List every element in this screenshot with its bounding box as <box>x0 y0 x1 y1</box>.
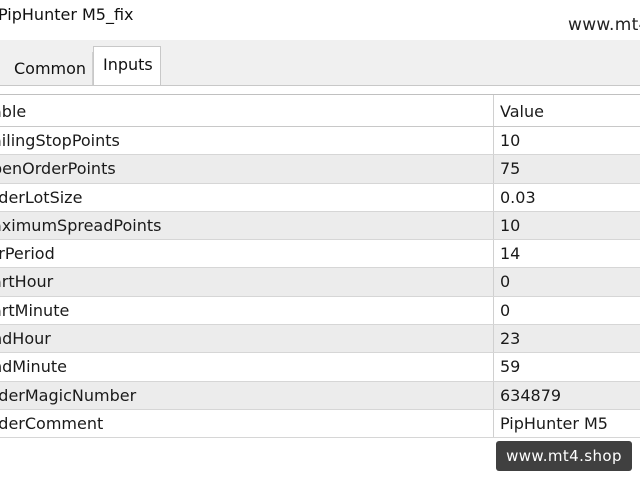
variable-cell: aximumSpreadPoints <box>0 211 494 240</box>
table-row[interactable]: aximumSpreadPoints 10 <box>0 211 640 241</box>
value-cell[interactable]: 10 <box>499 127 640 154</box>
table-row[interactable]: penOrderPoints 75 <box>0 155 640 184</box>
table-row[interactable]: rderComment PipHunter M5 <box>0 409 640 439</box>
value-cell[interactable]: 23 <box>499 325 640 352</box>
column-header-variable[interactable]: able <box>0 95 494 126</box>
watermark-text: www.mt4 <box>568 15 640 35</box>
table-row[interactable]: artHour 0 <box>0 268 640 297</box>
watermark-badge: www.mt4.shop <box>496 441 632 471</box>
title-bar: PipHunter M5_fix www.mt4 <box>0 0 640 40</box>
table-row[interactable]: rderLotSize 0.03 <box>0 183 640 212</box>
tab-inputs-label: Inputs <box>103 55 153 74</box>
window-title: PipHunter M5_fix <box>0 5 134 24</box>
column-header-value[interactable]: Value <box>499 95 640 126</box>
table-header: able Value <box>0 95 640 127</box>
table-row[interactable]: ndHour 23 <box>0 325 640 354</box>
variable-cell: ailingStopPoints <box>0 127 494 155</box>
tab-common-label: Common <box>14 59 87 78</box>
value-cell[interactable]: 10 <box>499 212 640 239</box>
value-cell[interactable]: 75 <box>499 155 640 182</box>
value-cell[interactable]: 634879 <box>499 382 640 409</box>
variable-cell: artHour <box>0 268 494 296</box>
variable-cell: penOrderPoints <box>0 155 494 183</box>
inputs-table: able Value ailingStopPoints 10 penOrderP… <box>0 94 640 439</box>
value-cell[interactable]: 14 <box>499 240 640 267</box>
variable-cell: rderMagicNumber <box>0 381 494 409</box>
table-row[interactable]: ailingStopPoints 10 <box>0 127 640 156</box>
variable-cell: ndHour <box>0 325 494 353</box>
variable-cell: rderLotSize <box>0 183 494 211</box>
tab-common[interactable]: Common <box>0 52 93 85</box>
value-cell[interactable]: 0.03 <box>499 184 640 211</box>
variable-cell: rderComment <box>0 409 494 438</box>
tab-inputs[interactable]: Inputs <box>93 46 161 86</box>
value-cell[interactable]: 0 <box>499 297 640 324</box>
variable-cell: artMinute <box>0 296 494 325</box>
table-row[interactable]: artMinute 0 <box>0 296 640 326</box>
value-cell[interactable]: 59 <box>499 353 640 380</box>
table-row[interactable]: trPeriod 14 <box>0 240 640 269</box>
value-cell[interactable]: 0 <box>499 268 640 295</box>
table-row[interactable]: rderMagicNumber 634879 <box>0 381 640 410</box>
table-row[interactable]: ndMinute 59 <box>0 353 640 382</box>
variable-cell: trPeriod <box>0 240 494 268</box>
value-cell[interactable]: PipHunter M5 <box>499 410 640 437</box>
variable-cell: ndMinute <box>0 353 494 381</box>
